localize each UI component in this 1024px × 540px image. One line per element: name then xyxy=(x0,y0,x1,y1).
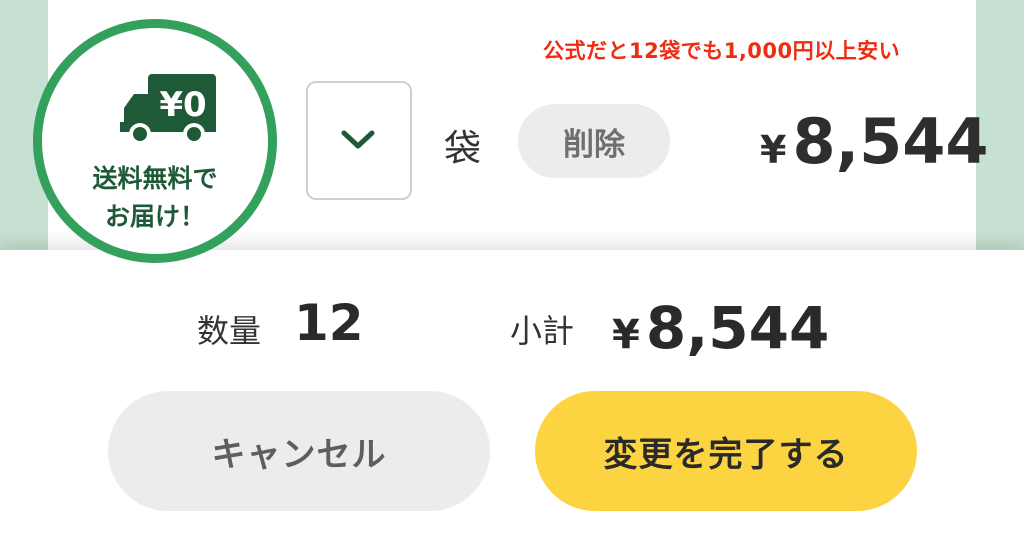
cancel-button[interactable]: キャンセル xyxy=(108,391,490,511)
unit-label: 袋 xyxy=(444,127,481,170)
truck-price-label: ¥0 xyxy=(159,85,206,125)
currency-symbol: ¥ xyxy=(612,312,640,358)
currency-symbol: ¥ xyxy=(760,128,787,172)
subtotal-value: 8,544 xyxy=(645,294,830,362)
truck-icon: ¥0 xyxy=(120,74,216,145)
badge-line-1: 送料無料で xyxy=(92,164,218,193)
promo-banner: 公式だと12袋でも1,000円以上安い xyxy=(543,39,901,63)
free-shipping-badge: ¥0 送料無料で お届け！ xyxy=(33,19,277,263)
bottom-sheet: 数量 12 小計 ¥ 8,544 キャンセル 変更を完了する xyxy=(0,250,1024,540)
badge-line-2: お届け！ xyxy=(104,202,205,231)
subtotal-label: 小計 xyxy=(510,312,575,350)
item-price-value: 8,544 xyxy=(792,105,989,178)
quantity-label: 数量 xyxy=(197,312,262,350)
delete-button[interactable]: 削除 xyxy=(518,104,670,178)
chevron-down-icon xyxy=(341,130,375,149)
item-price: ¥ 8,544 xyxy=(760,105,989,178)
complete-change-button[interactable]: 変更を完了する xyxy=(535,391,917,511)
quantity-value: 12 xyxy=(294,294,364,352)
subtotal-price: ¥ 8,544 xyxy=(612,294,829,362)
quantity-select[interactable] xyxy=(306,81,412,200)
